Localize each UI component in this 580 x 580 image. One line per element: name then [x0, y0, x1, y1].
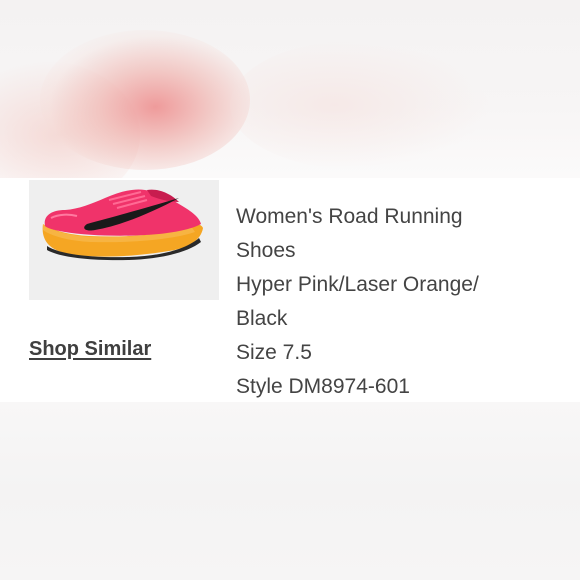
shop-similar-link[interactable]: Shop Similar	[29, 338, 151, 361]
product-style: Style DM8974-601	[236, 375, 410, 398]
product-title-line2: Shoes	[236, 239, 296, 262]
product-thumbnail[interactable]	[29, 180, 219, 300]
product-details: Women's Road Running Shoes Hyper Pink/La…	[236, 200, 556, 404]
product-color-line1: Hyper Pink/Laser Orange/	[236, 273, 479, 296]
product-color-line2: Black	[236, 307, 288, 330]
product-title-line1: Women's Road Running	[236, 205, 463, 228]
blurred-footer	[0, 402, 580, 580]
product-card: Shop Similar Women's Road Running Shoes …	[0, 178, 580, 402]
blurred-header-image	[0, 0, 580, 178]
product-size: Size 7.5	[236, 341, 312, 364]
running-shoe-image	[29, 180, 219, 300]
